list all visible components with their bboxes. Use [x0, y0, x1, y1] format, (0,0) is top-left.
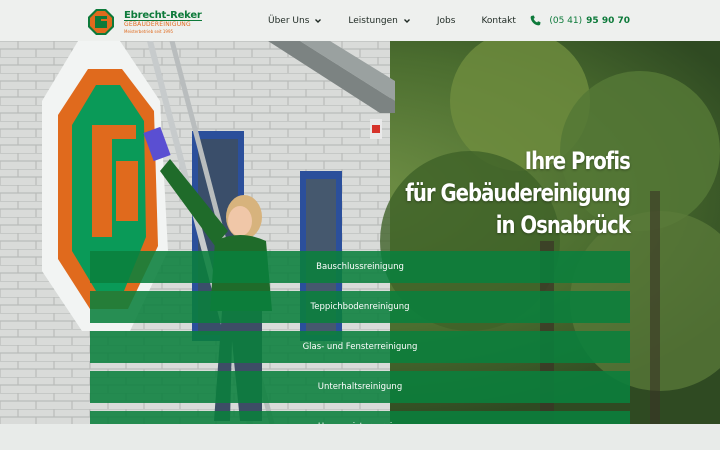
brand-tagline: Meisterbetrieb seit 1995: [124, 29, 174, 34]
headline-line: für Gebäudereinigung: [405, 179, 631, 207]
site-header: Ebrecht-Reker GEBÄUDEREINIGUNG Meisterbe…: [0, 0, 720, 41]
nav-item-leistungen[interactable]: Leistungen: [348, 16, 410, 26]
phone-number: 95 90 70: [586, 15, 630, 26]
phone-icon: [530, 15, 541, 26]
chevron-down-icon: [315, 18, 322, 23]
nav-item-jobs[interactable]: Jobs: [437, 16, 456, 26]
headline-line: Ihre Profis: [524, 147, 631, 175]
service-glas-fensterreinigung[interactable]: Glas- und Fensterreinigung: [90, 331, 630, 363]
logo-mark-icon: [88, 9, 114, 35]
brand-logo[interactable]: Ebrecht-Reker GEBÄUDEREINIGUNG Meisterbe…: [88, 9, 202, 35]
headline-line: in Osnabrück: [495, 211, 631, 239]
nav-label: Jobs: [436, 15, 456, 26]
service-unterhaltsreinigung[interactable]: Unterhaltsreinigung: [90, 371, 630, 403]
hero-headline: Ihre Profis für Gebäudereinigung in Osna…: [405, 145, 631, 241]
brand-name: Ebrecht-Reker: [124, 10, 202, 21]
service-teppichbodenreinigung[interactable]: Teppichbodenreinigung: [90, 291, 630, 323]
phone-link[interactable]: (05 41) 95 90 70: [530, 0, 630, 41]
nav-label: Leistungen: [348, 15, 398, 26]
nav-label: Kontakt: [481, 15, 516, 26]
page-footer-strip: [0, 424, 720, 450]
nav-item-ueber-uns[interactable]: Über Uns: [268, 16, 322, 26]
service-list: Bauschlussreinigung Teppichbodenreinigun…: [90, 251, 630, 450]
phone-area-code: (05 41): [549, 15, 583, 26]
brand-subtitle: GEBÄUDEREINIGUNG: [124, 20, 202, 28]
service-bauschlussreinigung[interactable]: Bauschlussreinigung: [90, 251, 630, 283]
nav-label: Über Uns: [268, 15, 310, 26]
chevron-down-icon: [403, 18, 410, 23]
nav-item-kontakt[interactable]: Kontakt: [481, 16, 515, 26]
main-nav: Über Uns Leistungen Jobs Kontakt: [268, 0, 542, 41]
